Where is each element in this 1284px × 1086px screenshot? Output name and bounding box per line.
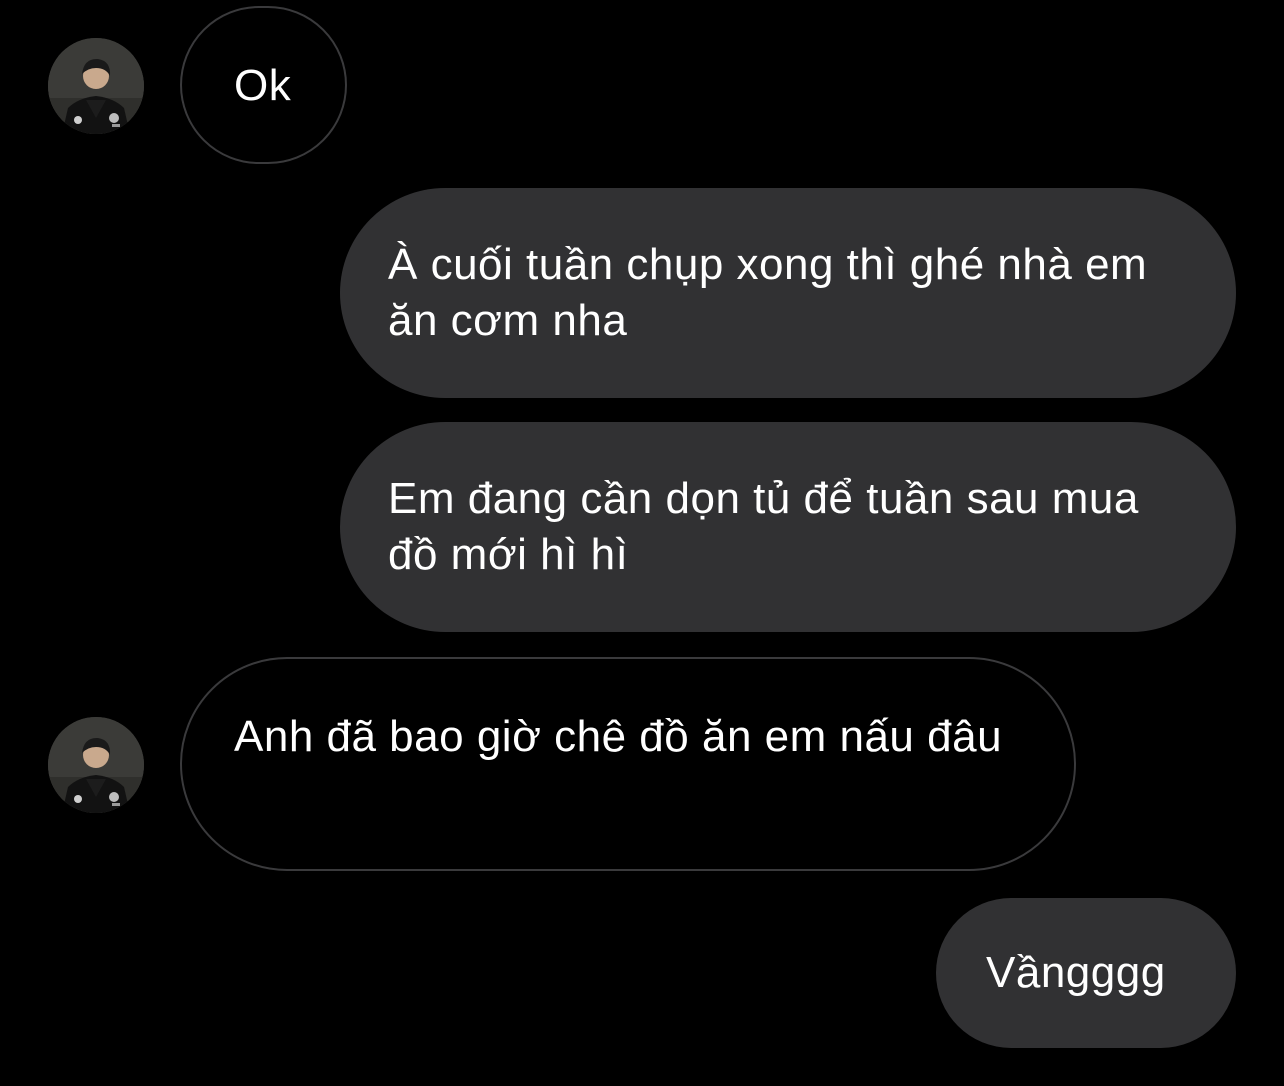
message-bubble-incoming[interactable]: Anh đã bao giờ chê đồ ăn em nấu đâu xyxy=(180,657,1076,871)
contact-avatar-icon xyxy=(48,717,144,813)
message-text: Anh đã bao giờ chê đồ ăn em nấu đâu xyxy=(234,712,1003,761)
message-bubble-outgoing[interactable]: Em đang cần dọn tủ để tuần sau mua đồ mớ… xyxy=(340,422,1236,632)
message-text: Em đang cần dọn tủ để tuần sau mua đồ mớ… xyxy=(388,474,1139,579)
contact-avatar-icon xyxy=(48,38,144,134)
message-bubble-outgoing[interactable]: Vầngggg xyxy=(936,898,1236,1048)
message-bubble-incoming[interactable]: Ok xyxy=(180,6,347,164)
message-text: Vầngggg xyxy=(986,948,1166,997)
contact-avatar[interactable] xyxy=(48,38,144,134)
message-text: À cuối tuần chụp xong thì ghé nhà em ăn … xyxy=(388,240,1148,345)
message-text: Ok xyxy=(234,61,292,110)
message-bubble-outgoing[interactable]: À cuối tuần chụp xong thì ghé nhà em ăn … xyxy=(340,188,1236,398)
contact-avatar[interactable] xyxy=(48,717,144,813)
